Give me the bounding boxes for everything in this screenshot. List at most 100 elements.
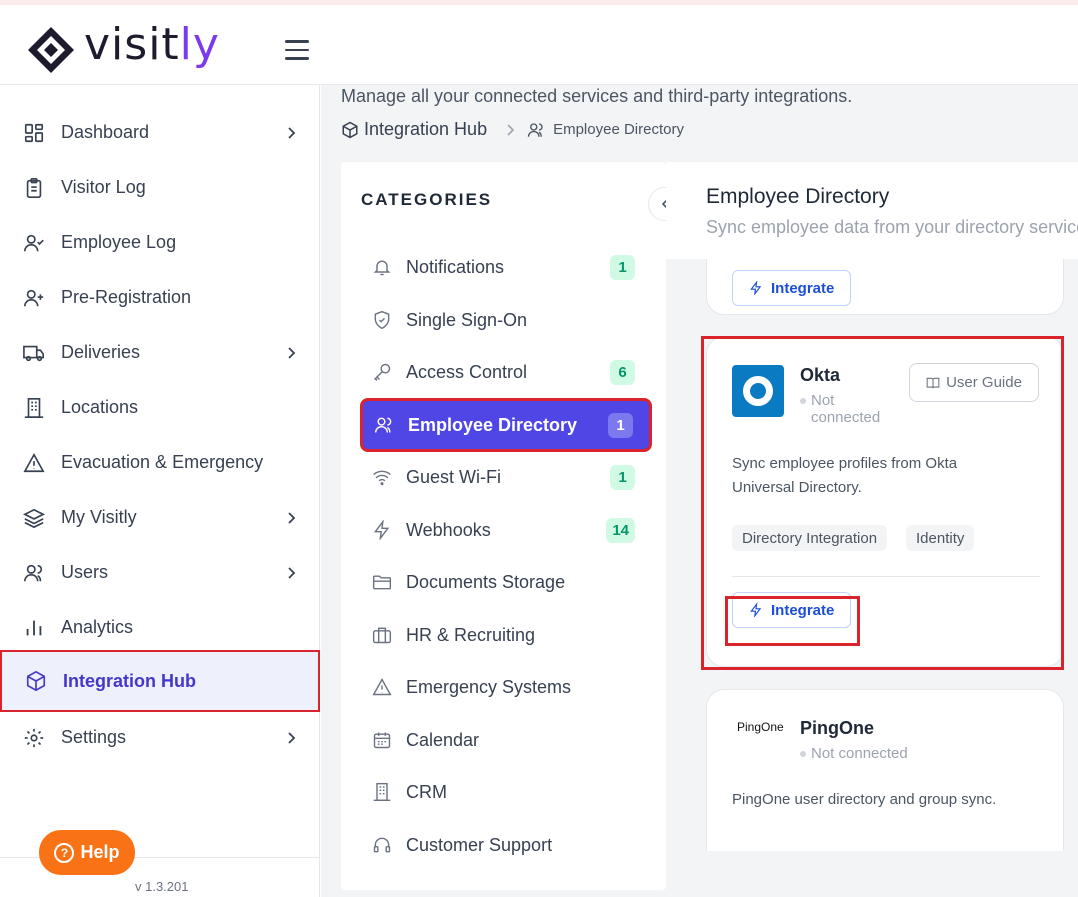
sidebar-item-deliveries[interactable]: Deliveries	[0, 325, 320, 380]
truck-icon	[22, 341, 46, 365]
cube-icon	[24, 669, 48, 693]
category-employee-directory[interactable]: Employee Directory 1	[360, 398, 652, 452]
help-button[interactable]: ? Help	[39, 830, 135, 875]
sidebar-item-label: Settings	[61, 727, 127, 747]
integration-card-previous: Integrate	[706, 259, 1064, 315]
sidebar-item-label: Dashboard	[61, 122, 150, 142]
category-crm[interactable]: CRM	[361, 769, 651, 815]
category-label: HR & Recruiting	[406, 624, 536, 645]
user-check-icon	[22, 231, 46, 255]
integrate-label: Integrate	[771, 279, 835, 297]
sidebar-item-label: My Visitly	[61, 507, 137, 527]
integration-card-okta: Okta Not connected User Guide Sync employ…	[706, 336, 1064, 667]
connection-status: Not connected	[800, 745, 908, 762]
sidebar-item-dashboard[interactable]: Dashboard	[0, 105, 320, 160]
category-label: Webhooks	[406, 519, 491, 540]
wifi-icon	[371, 466, 393, 488]
status-dot	[800, 398, 806, 404]
category-count-badge: 6	[610, 359, 635, 385]
category-label: Guest Wi-Fi	[406, 466, 502, 487]
category-calendar[interactable]: Calendar	[361, 717, 651, 763]
category-label: CRM	[406, 781, 447, 802]
sidebar-item-label: Deliveries	[61, 342, 141, 362]
sidebar-item-label: Analytics	[61, 617, 134, 637]
chevron-right-icon	[288, 126, 296, 139]
sidebar-item-label: Integration Hub	[63, 670, 196, 691]
sidebar-item-employee-log[interactable]: Employee Log	[0, 215, 320, 270]
chevron-right-icon	[288, 566, 296, 579]
hamburger-menu-icon[interactable]	[285, 40, 309, 60]
sidebar-item-locations[interactable]: Locations	[0, 380, 320, 435]
calendar-icon	[371, 729, 393, 751]
layers-icon	[22, 506, 46, 530]
sidebar-item-label: Pre-Registration	[61, 287, 192, 307]
category-label: Access Control	[406, 361, 528, 382]
category-guest-wifi[interactable]: Guest Wi-Fi 1	[361, 454, 651, 500]
sidebar-item-pre-registration[interactable]: Pre-Registration	[0, 270, 320, 325]
categories-title: CATEGORIES	[361, 190, 493, 209]
user-guide-button[interactable]: User Guide	[909, 363, 1039, 402]
category-emergency-systems[interactable]: Emergency Systems	[361, 664, 651, 710]
building-icon	[371, 781, 393, 803]
gear-icon	[22, 726, 46, 750]
logo-area: visitly	[0, 5, 320, 85]
category-label: Customer Support	[406, 834, 553, 855]
detail-title: Employee Directory	[706, 185, 890, 208]
integration-card-pingone: PingOne PingOne Not connected PingOne us…	[706, 689, 1064, 851]
integrate-button[interactable]: Integrate	[732, 592, 852, 628]
brand-name: visitly	[84, 19, 220, 70]
key-icon	[371, 361, 393, 383]
users-icon	[527, 122, 543, 137]
detail-subtitle: Sync employee data from your directory s…	[706, 217, 1078, 237]
briefcase-icon	[371, 624, 393, 646]
sidebar-item-settings[interactable]: Settings	[0, 710, 320, 765]
category-access-control[interactable]: Access Control 6	[361, 349, 651, 395]
integrate-label: Integrate	[771, 601, 835, 619]
tag: Identity	[906, 525, 975, 551]
breadcrumb: Integration Hub Employee Directory	[341, 119, 684, 140]
visitly-logo-icon	[28, 27, 74, 73]
book-icon	[926, 377, 940, 388]
category-label: Emergency Systems	[406, 676, 572, 697]
sidebar-item-label: Employee Log	[61, 232, 177, 252]
sidebar-item-label: Locations	[61, 397, 139, 417]
help-label: Help	[80, 842, 120, 862]
shield-icon	[371, 309, 393, 331]
sidebar-item-label: Evacuation & Emergency	[61, 452, 264, 472]
bolt-icon	[750, 603, 762, 617]
users-icon	[22, 561, 46, 585]
category-label: Documents Storage	[406, 571, 566, 592]
category-count-badge: 1	[610, 464, 635, 490]
category-webhooks[interactable]: Webhooks 14	[361, 507, 651, 553]
sidebar-item-analytics[interactable]: Analytics	[0, 600, 320, 655]
category-customer-support[interactable]: Customer Support	[361, 822, 651, 868]
bell-icon	[371, 256, 393, 278]
integrate-button[interactable]: Integrate	[732, 270, 852, 306]
breadcrumb-root[interactable]: Integration Hub	[364, 119, 487, 140]
integration-cards: Integrate Okta Not connected User Guide S…	[666, 259, 1078, 851]
pingone-logo: PingOne	[737, 720, 784, 734]
category-hr-recruiting[interactable]: HR & Recruiting	[361, 612, 651, 658]
sidebar-item-label: Users	[61, 562, 109, 582]
category-count-badge: 1	[608, 412, 633, 438]
warning-icon	[22, 451, 46, 475]
clipboard-icon	[22, 176, 46, 200]
sidebar-item-visitor-log[interactable]: Visitor Log	[0, 160, 320, 215]
sidebar-item-evacuation[interactable]: Evacuation & Emergency	[0, 435, 320, 490]
app-version: v 1.3.201	[135, 879, 189, 894]
category-documents-storage[interactable]: Documents Storage	[361, 559, 651, 605]
category-single-sign-on[interactable]: Single Sign-On	[361, 297, 651, 343]
main-content: Manage all your connected services and t…	[321, 85, 1078, 897]
categories-panel: CATEGORIES Notifications 1 Single Sign-O…	[341, 162, 666, 890]
sidebar: Dashboard Visitor Log Employee Log Pre-R…	[0, 85, 320, 897]
cube-icon	[342, 121, 358, 138]
sidebar-item-integration-hub[interactable]: Integration Hub	[0, 650, 320, 712]
chevron-right-icon	[507, 123, 515, 136]
sidebar-item-users[interactable]: Users	[0, 545, 320, 600]
connection-status: Not connected	[800, 392, 880, 426]
category-notifications[interactable]: Notifications 1	[361, 244, 651, 290]
card-divider	[732, 576, 1040, 577]
chevron-right-icon	[288, 511, 296, 524]
sidebar-item-my-visitly[interactable]: My Visitly	[0, 490, 320, 545]
sidebar-item-label: Visitor Log	[61, 177, 146, 197]
